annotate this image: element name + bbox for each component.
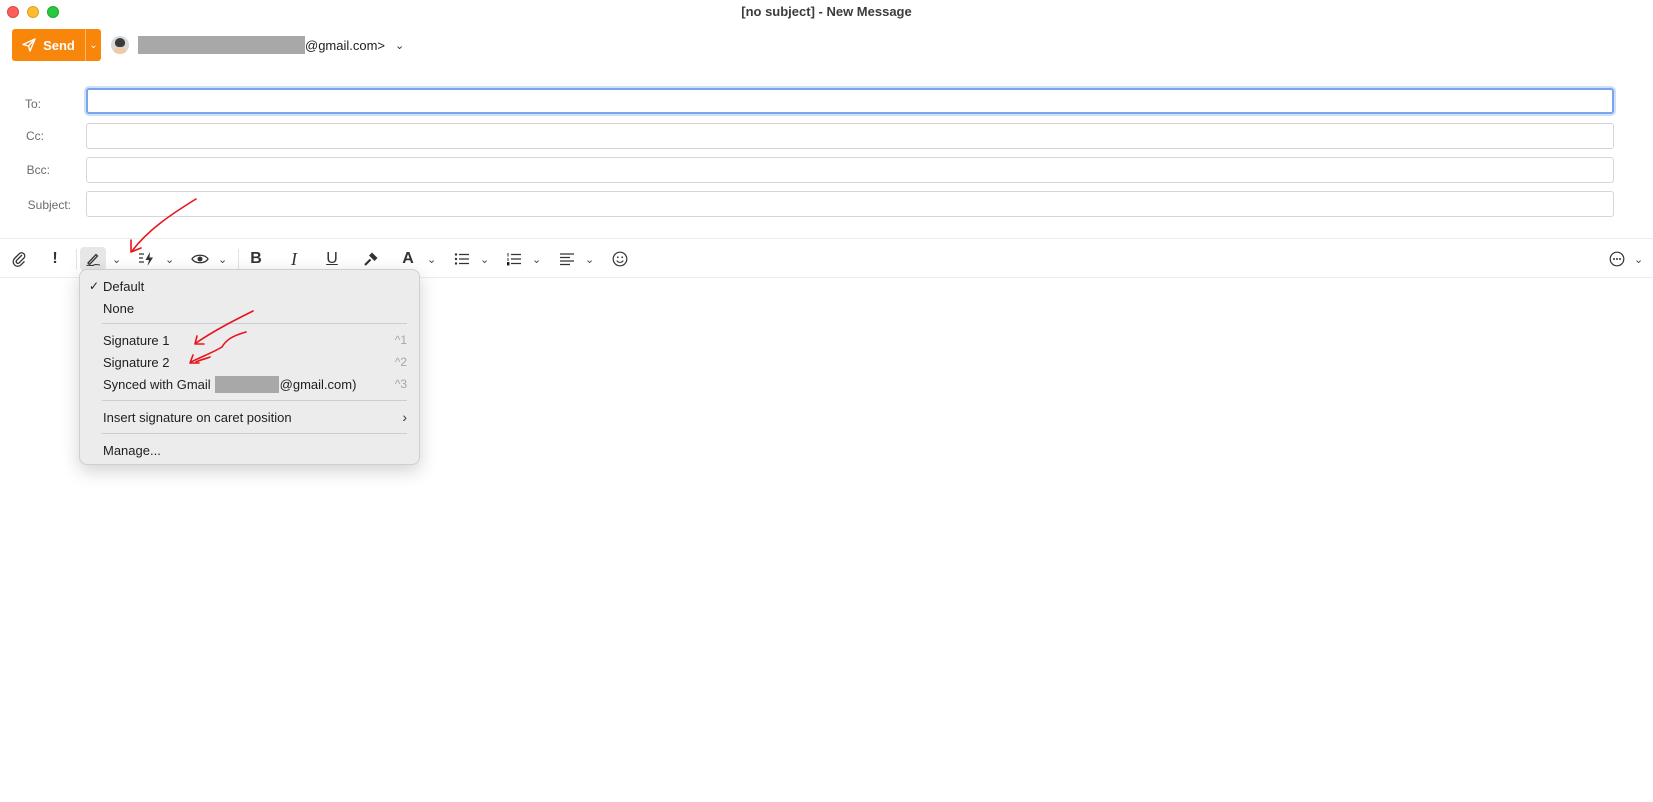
menu-item-label: Synced with Gmail — [103, 376, 211, 392]
chevron-down-icon: ⌄ — [89, 39, 98, 51]
emoji-icon[interactable] — [610, 247, 630, 271]
window-title: [no subject] - New Message — [741, 4, 912, 19]
title-bar: [no subject] - New Message — [0, 0, 1653, 24]
menu-separator — [102, 400, 407, 401]
bullet-list-icon[interactable] — [452, 247, 472, 271]
shortcut-label: ^2 — [394, 355, 407, 369]
italic-icon[interactable]: I — [286, 247, 302, 271]
menu-item-default[interactable]: ✓ Default — [89, 276, 407, 296]
menu-separator — [102, 323, 407, 324]
menu-item-signature-1[interactable]: Signature 1 ^1 — [103, 330, 407, 350]
avatar — [111, 36, 129, 54]
cc-field[interactable] — [86, 123, 1614, 149]
menu-item-label: Manage... — [103, 442, 161, 458]
send-icon — [22, 38, 36, 52]
bcc-field[interactable] — [86, 157, 1614, 183]
chevron-down-icon[interactable]: ⌄ — [112, 247, 121, 271]
shortcut-label: ^3 — [394, 377, 407, 391]
menu-item-none[interactable]: None — [103, 298, 407, 318]
send-label: Send — [43, 37, 75, 53]
chevron-down-icon[interactable]: ⌄ — [395, 39, 404, 52]
align-icon[interactable] — [557, 247, 577, 271]
send-options-button[interactable]: ⌄ — [85, 29, 101, 61]
preview-icon[interactable] — [189, 247, 211, 271]
menu-item-label: Insert signature on caret position — [103, 409, 292, 425]
checkmark-icon: ✓ — [89, 279, 100, 293]
menu-item-label: None — [103, 300, 135, 316]
bold-icon[interactable]: B — [248, 247, 264, 271]
shortcut-label: ^1 — [394, 333, 407, 347]
subject-field[interactable] — [86, 191, 1614, 217]
chevron-down-icon[interactable]: ⌄ — [427, 247, 436, 271]
chevron-down-icon[interactable]: ⌄ — [532, 247, 541, 271]
underline-icon[interactable]: U — [324, 247, 340, 271]
menu-item-label: Signature 1 — [103, 332, 170, 348]
send-button[interactable]: Send — [12, 29, 85, 61]
subject-label: Subject: — [27, 198, 71, 212]
from-account-selector[interactable]: @gmail.com> ⌄ — [111, 34, 404, 56]
send-button-group: Send ⌄ — [12, 29, 101, 61]
menu-item-label: Default — [103, 278, 145, 294]
numbered-list-icon[interactable] — [504, 247, 524, 271]
menu-item-label-suffix: @gmail.com) — [279, 376, 357, 392]
menu-separator — [102, 433, 407, 434]
chevron-down-icon[interactable]: ⌄ — [218, 247, 227, 271]
menu-item-insert-at-caret[interactable]: Insert signature on caret position › — [103, 407, 407, 427]
chevron-down-icon[interactable]: ⌄ — [480, 247, 489, 271]
format-painter-icon[interactable] — [362, 247, 380, 271]
chevron-down-icon[interactable]: ⌄ — [585, 247, 594, 271]
menu-item-manage[interactable]: Manage... — [103, 440, 407, 460]
chevron-down-icon[interactable]: ⌄ — [165, 247, 174, 271]
priority-icon[interactable]: ! — [46, 247, 64, 271]
menu-item-synced-gmail[interactable]: Synced with Gmail @gmail.com) ^3 — [103, 374, 407, 394]
from-email-suffix: @gmail.com> — [305, 37, 386, 53]
paperclip-icon[interactable] — [9, 247, 29, 271]
to-field[interactable] — [86, 88, 1614, 114]
redacted-email — [138, 36, 305, 54]
quick-text-icon[interactable] — [137, 247, 157, 271]
chevron-right-icon: › — [402, 409, 407, 425]
menu-item-signature-2[interactable]: Signature 2 ^2 — [103, 352, 407, 372]
redacted-email — [214, 375, 279, 393]
chevron-down-icon[interactable]: ⌄ — [1634, 247, 1643, 271]
cc-label: Cc: — [26, 129, 44, 143]
more-icon[interactable] — [1607, 247, 1627, 271]
to-label: To: — [25, 97, 42, 111]
font-color-icon[interactable]: A — [399, 247, 417, 271]
signature-menu: ✓ Default None Signature 1 ^1 Signature … — [79, 269, 420, 465]
bcc-label: Bcc: — [26, 163, 50, 177]
menu-item-label: Signature 2 — [103, 354, 170, 370]
signature-icon[interactable] — [80, 247, 106, 271]
